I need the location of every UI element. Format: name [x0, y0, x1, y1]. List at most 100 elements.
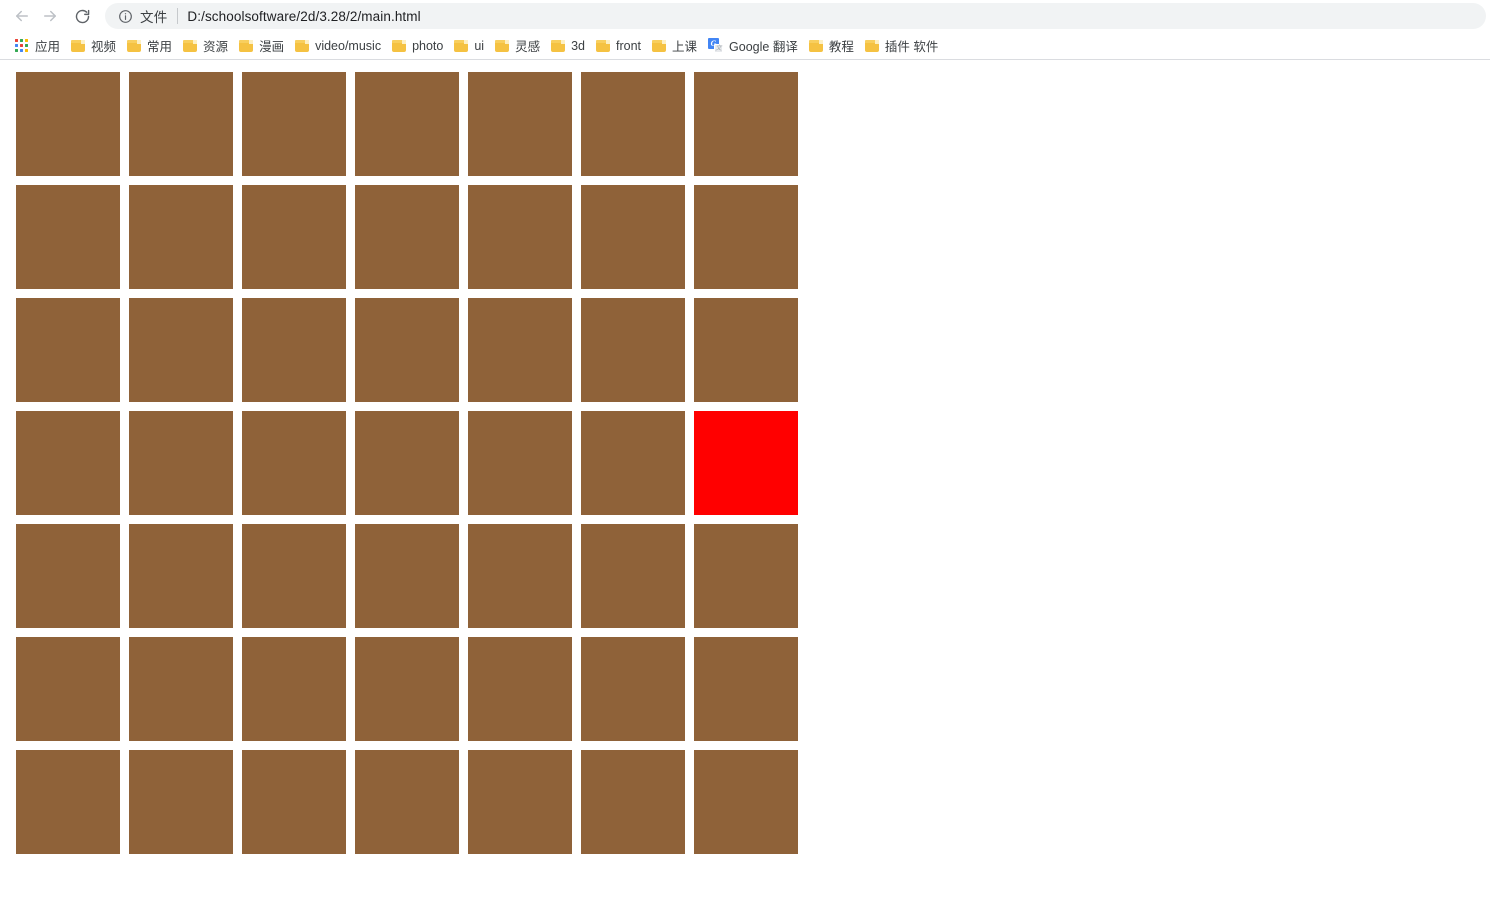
bookmark-changyong[interactable]: 常用 [123, 35, 179, 57]
folder-icon [239, 39, 254, 52]
bookmark-linggan[interactable]: 灵感 [491, 35, 547, 57]
tile[interactable] [16, 185, 120, 289]
bookmark-shipin[interactable]: 视频 [67, 35, 123, 57]
bookmark-label: 常用 [147, 40, 173, 54]
tile[interactable] [242, 411, 346, 515]
tile[interactable] [694, 524, 798, 628]
tile[interactable] [468, 185, 572, 289]
folder-icon [596, 39, 611, 52]
tile[interactable] [694, 72, 798, 176]
tile[interactable] [129, 298, 233, 402]
reload-button[interactable] [68, 2, 96, 30]
bookmark-chajian-ruanjian[interactable]: 插件 软件 [861, 35, 945, 57]
tile[interactable] [242, 72, 346, 176]
tile[interactable] [129, 72, 233, 176]
tile[interactable] [242, 298, 346, 402]
tile[interactable] [242, 185, 346, 289]
tile[interactable] [242, 524, 346, 628]
tile[interactable] [129, 185, 233, 289]
address-bar[interactable]: 文件 D:/schoolsoftware/2d/3.28/2/main.html [105, 3, 1486, 29]
tile[interactable] [581, 298, 685, 402]
tile[interactable] [694, 185, 798, 289]
bookmark-label: 应用 [35, 40, 61, 54]
apps-grid-icon [14, 38, 29, 53]
bookmark-manhua[interactable]: 漫画 [235, 35, 291, 57]
bookmark-label: photo [412, 38, 444, 53]
bookmark-google-translate[interactable]: G文 Google 翻译 [704, 35, 805, 57]
tile[interactable] [355, 72, 459, 176]
tile[interactable] [129, 524, 233, 628]
tile[interactable] [581, 185, 685, 289]
reload-icon [74, 8, 91, 25]
tile[interactable] [242, 750, 346, 854]
bookmark-ziyuan[interactable]: 资源 [179, 35, 235, 57]
bookmark-label: 教程 [828, 40, 854, 54]
folder-icon [392, 39, 407, 52]
arrow-left-icon [13, 7, 31, 25]
bookmark-3d[interactable]: 3d [547, 35, 592, 57]
folder-icon [551, 39, 566, 52]
bookmark-label: 资源 [203, 40, 229, 54]
origin-label: 文件 [140, 10, 168, 25]
tile[interactable] [16, 411, 120, 515]
tile[interactable] [355, 298, 459, 402]
tile[interactable] [16, 750, 120, 854]
tile[interactable] [355, 411, 459, 515]
bookmark-front[interactable]: front [592, 35, 648, 57]
bookmark-ui[interactable]: ui [450, 35, 491, 57]
bookmark-label: 3d [571, 38, 586, 53]
bookmark-photo[interactable]: photo [388, 35, 450, 57]
arrow-right-icon [41, 7, 59, 25]
tile[interactable] [129, 750, 233, 854]
tile[interactable] [468, 750, 572, 854]
omnibox-divider [177, 8, 179, 24]
tile[interactable] [694, 750, 798, 854]
info-circle-icon[interactable] [117, 8, 133, 24]
tile[interactable] [694, 637, 798, 741]
tile[interactable] [581, 637, 685, 741]
bookmarks-bar: 应用 视频 常用 资源 漫画 video/music photo ui 灵感 3… [0, 32, 1490, 60]
folder-icon [71, 39, 86, 52]
tile[interactable] [468, 411, 572, 515]
tile[interactable] [16, 72, 120, 176]
tile[interactable] [581, 524, 685, 628]
tile[interactable] [129, 637, 233, 741]
tile[interactable] [355, 750, 459, 854]
bookmark-label: front [616, 38, 642, 53]
browser-chrome: 文件 D:/schoolsoftware/2d/3.28/2/main.html… [0, 0, 1490, 60]
bookmark-label: 插件 软件 [884, 40, 939, 54]
tile[interactable] [581, 72, 685, 176]
tile[interactable] [468, 298, 572, 402]
tile[interactable] [468, 72, 572, 176]
tile-active[interactable] [694, 411, 798, 515]
tile[interactable] [129, 411, 233, 515]
tile[interactable] [355, 185, 459, 289]
tile[interactable] [16, 524, 120, 628]
google-translate-icon: G文 [708, 38, 724, 53]
tile[interactable] [468, 637, 572, 741]
tile[interactable] [581, 411, 685, 515]
tile[interactable] [468, 524, 572, 628]
bookmark-label: 视频 [91, 40, 117, 54]
url-text: D:/schoolsoftware/2d/3.28/2/main.html [187, 8, 421, 24]
bookmark-label: 漫画 [259, 40, 285, 54]
forward-button[interactable] [36, 2, 64, 30]
tile[interactable] [355, 524, 459, 628]
tile[interactable] [355, 637, 459, 741]
browser-toolbar: 文件 D:/schoolsoftware/2d/3.28/2/main.html [0, 0, 1490, 32]
tile[interactable] [581, 750, 685, 854]
tile[interactable] [694, 298, 798, 402]
tile[interactable] [16, 298, 120, 402]
back-button[interactable] [8, 2, 36, 30]
tile[interactable] [242, 637, 346, 741]
bookmark-label: ui [474, 38, 485, 53]
folder-icon [454, 39, 469, 52]
tile[interactable] [16, 637, 120, 741]
folder-icon [864, 39, 879, 52]
bookmark-video-music[interactable]: video/music [291, 35, 388, 57]
bookmark-jiaocheng[interactable]: 教程 [805, 35, 861, 57]
folder-icon [652, 39, 667, 52]
bookmark-apps[interactable]: 应用 [10, 35, 67, 57]
folder-icon [295, 39, 310, 52]
bookmark-shangke[interactable]: 上课 [648, 35, 704, 57]
